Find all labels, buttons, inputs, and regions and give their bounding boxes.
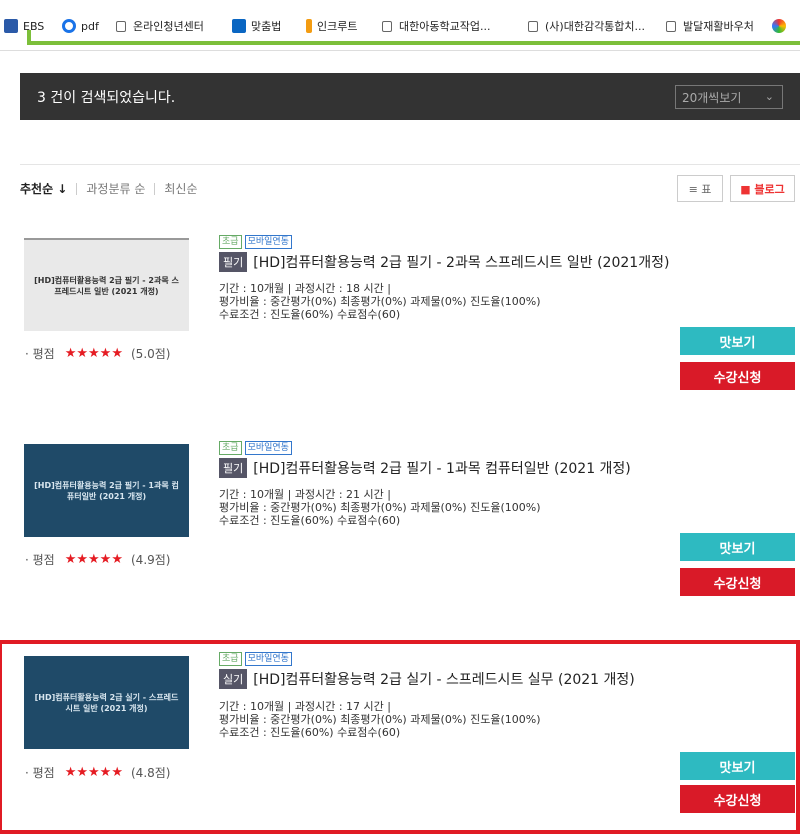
linkedin-icon <box>232 19 246 33</box>
folder-icon <box>116 20 126 32</box>
course-title-row[interactable]: 필기 [HD]컴퓨터활용능력 2급 필기 - 1과목 컴퓨터일반 (2021 개… <box>219 458 631 478</box>
course-title[interactable]: [HD]컴퓨터활용능력 2급 실기 - 스프레드시트 실무 (2021 개정) <box>253 669 635 689</box>
course-meta: 기간 : 10개월 | 과정시간 : 21 시간 | 평가비율 : 중간평가(0… <box>219 488 541 527</box>
incruit-icon <box>306 19 312 33</box>
divider <box>20 164 800 165</box>
course-card-highlighted: [HD]컴퓨터활용능력 2급 실기 - 스프레드시트 일반 (2021 개정) … <box>0 640 800 834</box>
sort-bar: 추천순 ↓ 과정분류 순 최신순 <box>20 180 198 197</box>
bookmark-ebs[interactable]: EBS <box>4 17 44 35</box>
course-rating: · 평점 ★★★★★ (4.9점) <box>25 552 171 567</box>
bookmark-online-youth[interactable]: 온라인청년센터 <box>116 17 204 35</box>
sort-category[interactable]: 과정분류 순 <box>86 180 145 197</box>
bookmark-overflow[interactable] <box>772 17 791 35</box>
mobile-badge: 모바일연동 <box>244 441 292 455</box>
mobile-badge: 모바일연동 <box>244 652 292 666</box>
bookmark-incruit[interactable]: 인크루트 <box>306 17 357 35</box>
bookmark-sensory[interactable]: (사)대한감각통합치... <box>528 17 645 35</box>
course-title-row[interactable]: 필기 [HD]컴퓨터활용능력 2급 필기 - 2과목 스프레드시트 일반 (20… <box>219 252 669 272</box>
course-badges: 초급 모바일연동 <box>219 441 292 455</box>
sort-latest[interactable]: 최신순 <box>164 180 197 197</box>
pinwheel-icon <box>772 19 786 33</box>
bookmark-spelling[interactable]: 맞춤법 <box>232 17 281 35</box>
folder-icon <box>382 20 392 32</box>
divider <box>76 182 78 195</box>
bookmark-child-school[interactable]: 대한아동학교작업... <box>382 17 490 35</box>
level-badge: 초급 <box>219 652 242 666</box>
course-rating: · 평점 ★★★★★ (4.8점) <box>25 765 171 780</box>
sort-recommended[interactable]: 추천순 ↓ <box>20 180 67 197</box>
bookmark-pdf[interactable]: pdf <box>62 17 99 35</box>
course-thumbnail[interactable]: [HD]컴퓨터활용능력 2급 실기 - 스프레드시트 일반 (2021 개정) <box>24 656 189 749</box>
course-thumbnail[interactable]: [HD]컴퓨터활용능력 2급 필기 - 1과목 컴퓨터일반 (2021 개정) <box>24 444 189 537</box>
apply-button[interactable]: 수강신청 <box>680 568 795 596</box>
divider <box>154 182 156 195</box>
folder-icon <box>528 20 538 32</box>
course-card: [HD]컴퓨터활용능력 2급 필기 - 1과목 컴퓨터일반 (2021 개정) … <box>20 438 800 623</box>
star-rating-icon: ★★★★★ <box>64 346 123 361</box>
page-size-select[interactable]: 20개씩보기 ⌄ <box>675 85 783 109</box>
result-count: 3 건이 검색되었습니다. <box>37 90 176 106</box>
course-meta: 기간 : 10개월 | 과정시간 : 18 시간 | 평가비율 : 중간평가(0… <box>219 282 541 321</box>
course-badges: 초급 모바일연동 <box>219 652 292 666</box>
course-badges: 초급 모바일연동 <box>219 235 292 249</box>
pdf-icon <box>62 19 76 33</box>
view-table-button[interactable]: ≡ 표 <box>677 175 723 202</box>
bookmark-voucher[interactable]: 발달재활바우처 <box>666 17 754 35</box>
chevron-down-icon: ⌄ <box>764 90 774 103</box>
level-badge: 초급 <box>219 441 242 455</box>
course-meta: 기간 : 10개월 | 과정시간 : 17 시간 | 평가비율 : 중간평가(0… <box>219 700 541 739</box>
course-type-tag: 필기 <box>219 252 248 272</box>
star-rating-icon: ★★★★★ <box>64 765 123 780</box>
apply-button[interactable]: 수강신청 <box>680 362 795 390</box>
course-title[interactable]: [HD]컴퓨터활용능력 2급 필기 - 2과목 스프레드시트 일반 (2021개… <box>253 252 669 272</box>
level-badge: 초급 <box>219 235 242 249</box>
folder-icon <box>666 20 676 32</box>
course-type-tag: 실기 <box>219 669 248 689</box>
course-rating: · 평점 ★★★★★ (5.0점) <box>25 346 171 361</box>
course-title[interactable]: [HD]컴퓨터활용능력 2급 필기 - 1과목 컴퓨터일반 (2021 개정) <box>253 458 631 478</box>
apply-button[interactable]: 수강신청 <box>680 785 795 813</box>
course-thumbnail[interactable]: [HD]컴퓨터활용능력 2급 필기 - 2과목 스프레드시트 일반 (2021 … <box>24 238 189 331</box>
course-title-row[interactable]: 실기 [HD]컴퓨터활용능력 2급 실기 - 스프레드시트 실무 (2021 개… <box>219 669 635 689</box>
star-rating-icon: ★★★★★ <box>64 552 123 567</box>
course-type-tag: 필기 <box>219 458 248 478</box>
ebs-icon <box>4 19 18 33</box>
view-blog-button[interactable]: ■ 블로그 <box>730 175 795 202</box>
preview-button[interactable]: 맛보기 <box>680 752 795 780</box>
result-bar: 3 건이 검색되었습니다. 20개씩보기 ⌄ <box>20 73 800 120</box>
mobile-badge: 모바일연동 <box>244 235 292 249</box>
course-card: [HD]컴퓨터활용능력 2급 필기 - 2과목 스프레드시트 일반 (2021 … <box>20 232 800 417</box>
preview-button[interactable]: 맛보기 <box>680 533 795 561</box>
frame-edge <box>27 41 800 45</box>
preview-button[interactable]: 맛보기 <box>680 327 795 355</box>
